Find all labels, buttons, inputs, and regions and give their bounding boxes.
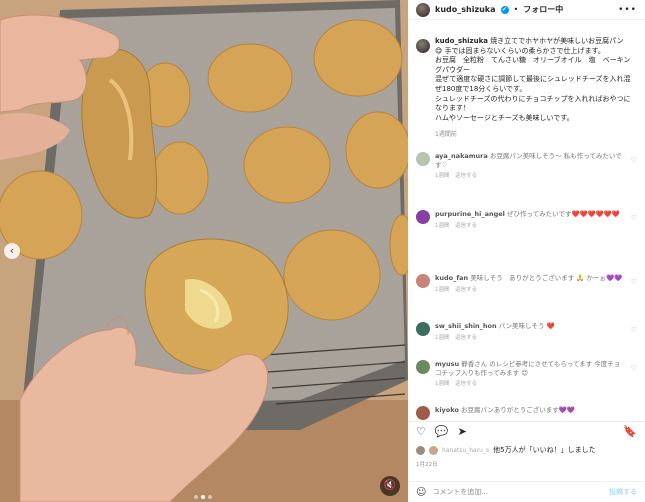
comment-text: パン美味しそう ❤️ — [498, 322, 555, 330]
comment-item: kudo_fan 美味しそう ありがとうございます 🙏 かーぉ💜💜 1週間 返信… — [408, 274, 645, 294]
emoji-icon[interactable]: ☺ — [416, 487, 426, 498]
carousel-dot-active — [201, 495, 205, 499]
liker-avatar — [429, 445, 438, 455]
commenter-username[interactable]: sw_shii_shin_hon — [435, 322, 497, 330]
commenter-avatar[interactable] — [416, 322, 430, 336]
previous-arrow-icon[interactable]: ‹ — [4, 243, 20, 259]
verified-badge-icon: ✔ — [500, 5, 509, 14]
post-header: kudo_shizuka ✔ • フォロー中 ••• — [408, 0, 645, 20]
comment-body: purpurine_hi_angel ぜひ作ってみたいです❤️❤️❤️❤️❤️❤… — [435, 210, 625, 230]
caption-line: 😋 手では固まらないくらいの柔らかさで仕上げます。 — [435, 46, 605, 55]
caption-text: kudo_shizuka 焼き立てでホヤホヤが美味しいお豆腐パン 😋 手では固ま… — [435, 37, 637, 123]
carousel-dots — [194, 495, 212, 499]
caption-username[interactable]: kudo_shizuka — [435, 37, 488, 45]
comment-meta[interactable]: 1週間 返信する — [435, 222, 625, 231]
more-options-icon[interactable]: ••• — [618, 5, 637, 15]
comment-input[interactable] — [432, 488, 583, 496]
comment-meta[interactable]: 1週間 返信する — [435, 380, 625, 389]
author-username[interactable]: kudo_shizuka — [435, 5, 496, 14]
commenter-username[interactable]: kiyoko — [435, 406, 459, 414]
like-icon[interactable]: ♡ — [416, 425, 426, 438]
likes-count-text[interactable]: 他5万人が「いいね！」しました — [493, 445, 595, 455]
share-icon[interactable]: ➤ — [458, 425, 467, 438]
caption-line: シュレッドチーズの代わりにチョコチップを入れればおやつになります！ — [435, 94, 631, 113]
caption-avatar[interactable] — [416, 39, 430, 53]
caption-line: 混ぜて適度な硬さに調節して最後にシュレッドチーズを入れ混ぜ180度で18分くらい… — [435, 75, 631, 93]
comment-item: aya_nakamura お豆腐パン美味しそう〜 私も作ってみたいです♡ 1週間… — [408, 152, 645, 181]
save-bookmark-icon[interactable]: 🔖 — [623, 425, 637, 438]
comment-meta[interactable]: 1週間 返信する — [435, 172, 625, 181]
caption-line: お豆腐 全粒粉 てんさい糖 オリーブオイル 塩 ベーキングパウダー — [435, 56, 631, 74]
comment-text: 静香さん のレシピ参考にさせてもらってます 今度チョコチップ入りも作ってみます … — [435, 360, 621, 377]
commenter-username[interactable]: aya_nakamura — [435, 152, 488, 160]
comment-item: purpurine_hi_angel ぜひ作ってみたいです❤️❤️❤️❤️❤️❤… — [408, 210, 645, 230]
comment-like-icon[interactable]: ♡ — [631, 278, 637, 286]
comment-body: sw_shii_shin_hon パン美味しそう ❤️ 1週間 返信する — [435, 322, 625, 342]
post-date: 1月22日 — [416, 462, 438, 468]
commenter-avatar[interactable] — [416, 210, 430, 224]
commenter-username[interactable]: myusu — [435, 360, 459, 368]
post-comment-button[interactable]: 投稿する — [609, 487, 637, 497]
post-photo[interactable]: ‹ 🔇 — [0, 0, 408, 502]
comment-text: お豆腐パンありがとうございます💜💜 — [460, 406, 575, 414]
comment-like-icon[interactable]: ♡ — [631, 156, 637, 164]
comment-meta[interactable]: 1週間 返信する — [435, 334, 625, 343]
add-comment-bar: ☺ 投稿する — [408, 481, 645, 502]
commenter-avatar[interactable] — [416, 274, 430, 288]
commenter-avatar[interactable] — [416, 152, 430, 166]
liker-username[interactable]: hanatsu_haru_s — [442, 447, 489, 454]
comment-like-icon[interactable]: ♡ — [631, 214, 637, 222]
commenter-username[interactable]: kudo_fan — [435, 274, 468, 282]
header-separator: • — [513, 5, 519, 14]
comment-icon[interactable]: 💬 — [435, 425, 449, 438]
carousel-dot — [194, 495, 198, 499]
caption: kudo_shizuka 焼き立てでホヤホヤが美味しいお豆腐パン 😋 手では固ま… — [408, 20, 645, 123]
liker-avatar — [416, 445, 425, 455]
comment-text: ぜひ作ってみたいです❤️❤️❤️❤️❤️❤️ — [506, 210, 621, 218]
commenter-avatar[interactable] — [416, 406, 430, 420]
post-actions: ♡ 💬 ➤ 🔖 — [408, 421, 645, 441]
caption-line: 焼き立てでホヤホヤが美味しいお豆腐パン — [490, 37, 624, 45]
commenter-avatar[interactable] — [416, 360, 430, 374]
comment-like-icon[interactable]: ♡ — [631, 364, 637, 372]
caption-timestamp: 1週間前 — [435, 131, 457, 139]
comment-body: myusu 静香さん のレシピ参考にさせてもらってます 今度チョコチップ入りも作… — [435, 360, 625, 389]
carousel-dot — [208, 495, 212, 499]
mute-icon[interactable]: 🔇 — [380, 476, 400, 496]
photo-illustration — [0, 0, 408, 502]
caption-line: ハムやソーセージとチーズも美味しいです。 — [435, 113, 574, 122]
commenter-username[interactable]: purpurine_hi_angel — [435, 210, 505, 218]
comment-body: kiyoko お豆腐パンありがとうございます💜💜 — [435, 406, 625, 420]
comment-meta[interactable]: 1週間 返信する — [435, 286, 625, 295]
comment-text: 美味しそう ありがとうございます 🙏 かーぉ💜💜 — [470, 274, 623, 282]
post-side-panel: kudo_shizuka ✔ • フォロー中 ••• kudo_shizuka … — [408, 0, 645, 502]
comment-item: kiyoko お豆腐パンありがとうございます💜💜 — [408, 406, 645, 420]
comment-item: sw_shii_shin_hon パン美味しそう ❤️ 1週間 返信する ♡ — [408, 322, 645, 342]
comment-body: aya_nakamura お豆腐パン美味しそう〜 私も作ってみたいです♡ 1週間… — [435, 152, 625, 181]
comment-like-icon[interactable]: ♡ — [631, 326, 637, 334]
likes-summary[interactable]: hanatsu_haru_s 他5万人が「いいね！」しました — [416, 445, 596, 455]
comment-body: kudo_fan 美味しそう ありがとうございます 🙏 かーぉ💜💜 1週間 返信… — [435, 274, 625, 294]
author-avatar[interactable] — [416, 2, 430, 17]
comment-item: myusu 静香さん のレシピ参考にさせてもらってます 今度チョコチップ入りも作… — [408, 360, 645, 389]
following-button[interactable]: フォロー中 — [523, 4, 563, 15]
